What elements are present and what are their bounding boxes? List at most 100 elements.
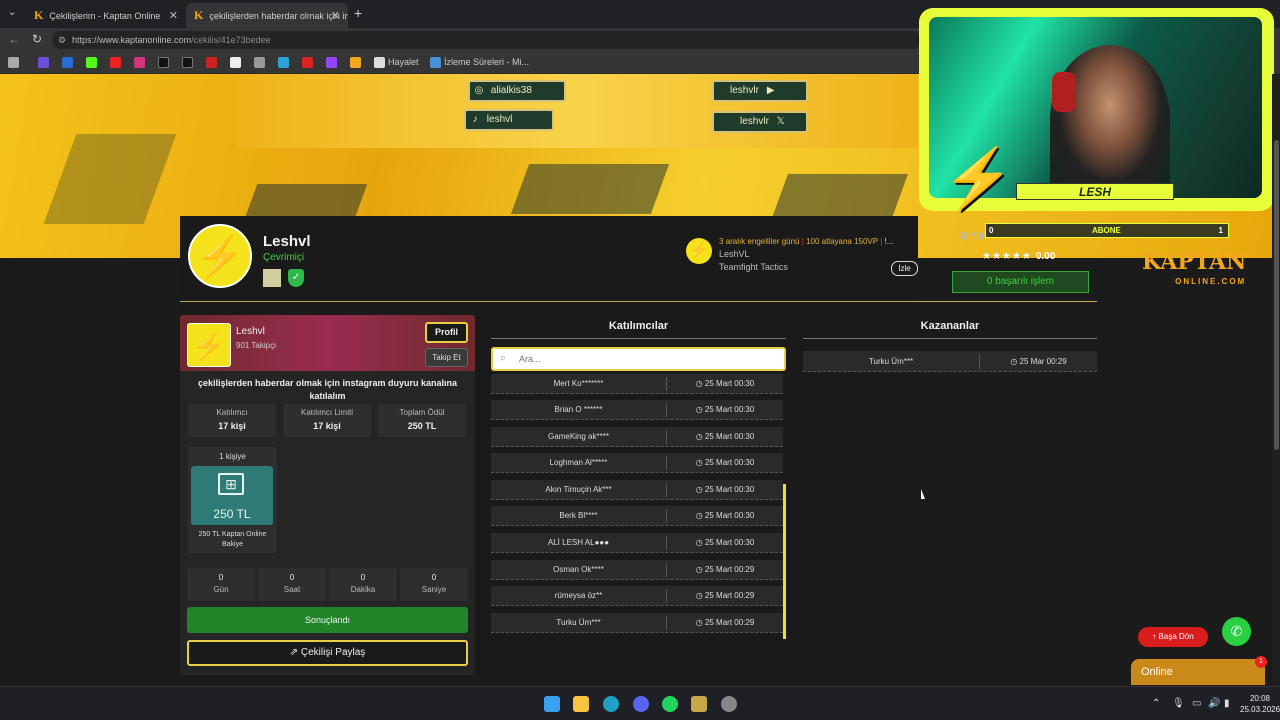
league-client-icon[interactable] (691, 696, 707, 712)
participant-row: Osman Ok**** ◷ 25 Mart 00:29 (491, 560, 783, 580)
discord-icon[interactable] (633, 696, 649, 712)
stat-label: Katılımcı Limiti (300, 408, 353, 417)
spotify-icon[interactable] (662, 696, 678, 712)
clock-icon: ◷ (695, 458, 703, 467)
mouse-cursor-icon (921, 489, 925, 499)
close-tab-icon[interactable]: ✕ (169, 9, 178, 22)
countdown-value: 0 (218, 573, 224, 582)
share-giveaway-button[interactable]: ⇗ Çekilişi Paylaş (187, 640, 468, 666)
stream-avatar-bolt-icon[interactable]: ⚡ (686, 238, 712, 264)
bookmark-icon[interactable] (374, 57, 385, 68)
windows-start-icon[interactable] (544, 696, 560, 712)
site-info-icon[interactable]: ⚙ (58, 31, 66, 49)
back-to-top-button[interactable]: ↑ Başa Dön (1138, 627, 1208, 647)
tab-title: çekilişlerden haberdar olmak için in (209, 10, 348, 21)
live-chat-button[interactable]: Online (1131, 659, 1265, 685)
close-tab-icon[interactable]: ✕ (331, 9, 340, 22)
search-input[interactable] (519, 352, 779, 366)
participant-name: GameKing ak**** (548, 432, 609, 441)
new-tab-icon[interactable]: + (354, 5, 362, 21)
x-handle[interactable]: leshvlr 𝕏 (712, 111, 808, 133)
participant-row: Turku Üm*** ◷ 25 Mart 00:29 (491, 613, 783, 633)
participant-date-text: 25 Mart 00:30 (704, 379, 755, 388)
countdown-seconds: 0 Saniye (400, 568, 468, 601)
search-icon: ⌕ (500, 352, 507, 364)
kaptan-online-logo[interactable]: KAPTAN ONLINE.COM (1142, 251, 1246, 292)
tab-giveaway[interactable]: K çekilişlerden haberdar olmak için in ✕ (186, 3, 348, 28)
stream-title[interactable]: 3 aralık engelliler günü | 100 atlayana … (719, 237, 893, 246)
participants-search[interactable]: ⌕ (491, 347, 786, 371)
participant-row: Berk Bl**** ◷ 25 Mart 00:30 (491, 506, 783, 526)
kaptan-bookmark-icon[interactable] (350, 57, 361, 68)
edge-browser-icon[interactable] (603, 696, 619, 712)
network-icon[interactable]: ▭ (1192, 698, 1201, 709)
page-scrollbar-thumb[interactable] (1274, 140, 1279, 450)
reload-icon[interactable]: ↻ (32, 32, 42, 46)
clock-icon: ◷ (695, 432, 703, 441)
url-input[interactable]: ⚙ https://www.kaptanonline.com/cekilis/4… (52, 31, 922, 49)
steam-icon[interactable] (721, 696, 737, 712)
ended-button[interactable]: Sonuçlandı (187, 607, 468, 633)
participant-date-text: 25 Mart 00:29 (704, 618, 755, 627)
countdown-label: Gün (213, 585, 229, 594)
tab-cekilislerim[interactable]: K Çekilişlerim - Kaptan Online ✕ (26, 3, 186, 28)
participant-row: Akın Timuçin Ak*** ◷ 25 Mart 00:30 (491, 480, 783, 500)
bookmark-icon[interactable] (302, 57, 313, 68)
youtube-bookmark-icon[interactable] (110, 57, 121, 68)
instagram-bookmark-icon[interactable] (134, 57, 145, 68)
bookmark-izleme-sureleri[interactable]: İzleme Süreleri - Mi... (444, 57, 529, 67)
tiktok-handle[interactable]: ♪ leshvl (464, 109, 554, 131)
participant-row: Mert Ko******* ◷ 25 Mart 00:30 (491, 374, 783, 394)
bookmark-hayalet[interactable]: Hayalet (388, 57, 419, 67)
participant-name: Loghman Al***** (549, 458, 608, 467)
host-name[interactable]: Leshvl (236, 326, 265, 337)
bookmark-icon[interactable] (430, 57, 441, 68)
volume-icon[interactable]: 🔊 (1208, 698, 1220, 709)
participant-row: Brian O ****** ◷ 25 Mart 00:30 (491, 400, 783, 420)
participant-date: ◷ 25 Mart 00:30 (667, 379, 783, 388)
tiktok-bookmark-icon[interactable] (158, 57, 169, 68)
profile-username[interactable]: Leshvl (263, 233, 311, 250)
youtube-icon: ▶ (766, 85, 775, 96)
instagram-handle[interactable]: ◎ alialkis38 (468, 80, 566, 102)
winner-date: ◷ 25 Mar 00:29 (980, 357, 1097, 366)
file-explorer-icon[interactable] (573, 696, 589, 712)
battery-icon[interactable]: ▮ (1224, 698, 1230, 709)
rating-stars-icon: ★★★★★ (982, 251, 1032, 262)
bookmark-icon[interactable] (38, 57, 49, 68)
whatsapp-icon[interactable]: ✆ (1222, 617, 1251, 646)
participant-name: Berk Bl**** (559, 511, 598, 520)
bookmark-icon[interactable] (8, 57, 19, 68)
bookmark-icon[interactable] (278, 57, 289, 68)
countdown-hours: 0 Saat (258, 568, 326, 601)
follow-button[interactable]: Takip Et (425, 348, 468, 367)
countdown-label: Dakika (350, 585, 376, 594)
chevron-up-icon[interactable]: ⌃ (1152, 698, 1160, 709)
tiktok-handle-text: leshvl (486, 114, 513, 125)
participant-row: Loghman Al***** ◷ 25 Mart 00:30 (491, 453, 783, 473)
participants-underline (491, 338, 786, 339)
taskbar-clock[interactable]: 20:08 25.03.2026 (1240, 693, 1280, 715)
profile-avatar-bolt-icon[interactable]: ⚡ (188, 224, 252, 288)
countdown-value: 0 (289, 573, 295, 582)
clock-date: 25.03.2026 (1240, 705, 1280, 714)
url-path: /cekilis/41e73bedee (191, 35, 271, 45)
back-arrow-icon[interactable]: ← (8, 32, 20, 46)
x-bookmark-icon[interactable] (182, 57, 193, 68)
bookmark-icon[interactable] (230, 57, 241, 68)
bookmark-icon[interactable] (62, 57, 73, 68)
watch-button[interactable]: İzle (891, 261, 918, 276)
microphone-icon[interactable]: 🎙 (1172, 698, 1185, 709)
bookmark-icon[interactable] (254, 57, 265, 68)
twitch-bookmark-icon[interactable] (326, 57, 337, 68)
participants-scrollbar[interactable] (783, 484, 786, 639)
bookmark-icon[interactable] (206, 57, 217, 68)
giveaway-description: çekilişlerden haberdar olmak için instag… (197, 378, 458, 401)
kick-bookmark-icon[interactable] (86, 57, 97, 68)
tab-list-chevron-icon[interactable]: ⌄ (8, 7, 16, 18)
youtube-handle[interactable]: leshvlr ▶ (712, 80, 808, 102)
participant-name: Brian O ****** (554, 405, 603, 414)
participant-date-text: 25 Mart 00:30 (704, 485, 755, 494)
host-avatar-bolt-icon[interactable]: ⚡ (187, 323, 231, 367)
profile-button[interactable]: Profil (425, 322, 468, 343)
